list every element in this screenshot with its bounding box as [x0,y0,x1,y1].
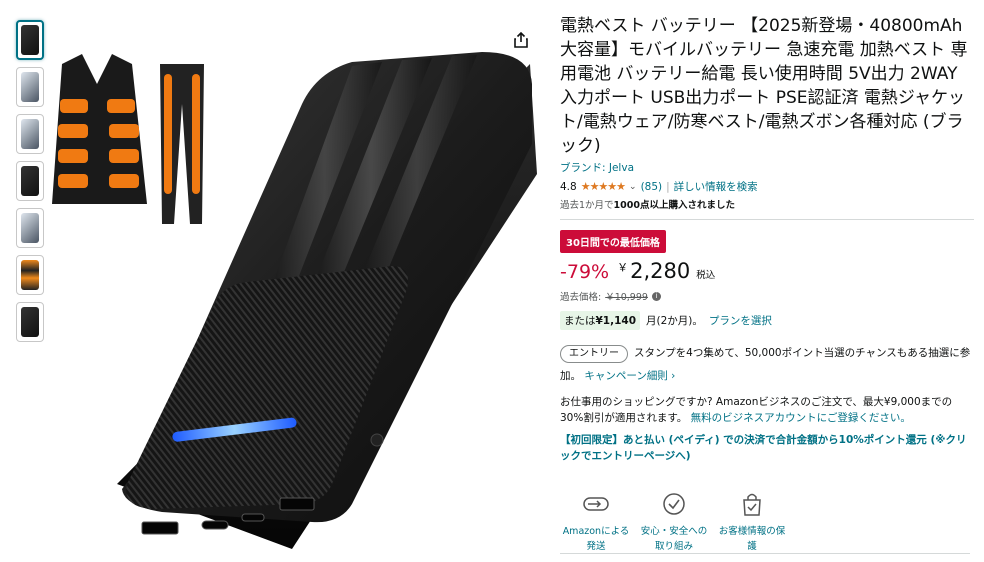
tax-label: 税込 [696,270,716,281]
installment-pill: または¥1,140 [560,311,641,330]
thumbnail-5[interactable] [16,208,44,248]
feature-icons: Amazonによる発送 安心・安全への取り組み お客様情報の保護 [560,490,974,554]
deal-badge: 30日間での最低価格 [560,230,666,253]
bought-amount: 1000点以上購入されました [613,200,735,211]
bottom-divider [560,553,970,554]
thumbnail-7[interactable] [16,302,44,342]
brand-link[interactable]: ブランド: Jelva [560,160,974,175]
thumbnail-strip [16,20,46,349]
installment-suffix: 月(2か月)。 [646,315,703,327]
entry-button[interactable]: エントリー [560,345,628,363]
thumbnail-2[interactable] [16,67,44,107]
price-amount: 2,280 [630,259,691,283]
entry-campaign: エントリー スタンプを4つ集めて、50,000ポイント当選のチャンスもある抽選に参… [560,342,974,388]
truck-icon [583,497,609,511]
installment-row: または¥1,140 月(2か月)。 プランを選択 [560,311,974,330]
feature-label: 安心・安全への取り組み [640,526,708,552]
past-price: 過去価格: ￥10,999 i [560,289,974,303]
currency-symbol: ￥ [617,261,629,274]
feature-privacy[interactable]: お客様情報の保護 [716,490,788,554]
shield-check-icon [663,493,685,515]
past-price-label: 過去価格: [560,292,602,303]
installment-amount: ¥1,140 [595,315,637,327]
info-icon[interactable]: i [651,291,661,301]
feature-amazon-shipping[interactable]: Amazonによる発送 [560,490,632,554]
paidy-promo-link[interactable]: 【初回限定】あと払い (ペイディ) での決済で合計金額から10%ポイント還元 (… [560,432,974,464]
feature-safety[interactable]: 安心・安全への取り組み [638,490,710,554]
price-row: -79% ￥ 2,280 税込 [560,259,974,283]
rating-value: 4.8 [560,180,577,193]
thumbnail-6[interactable] [16,255,44,295]
chevron-down-icon[interactable]: ⌄ [629,182,637,192]
separator: | [666,180,670,193]
business-offer: お仕事用のショッピングですか? Amazonビジネスのご注文で、最大¥9,000… [560,394,974,426]
bought-prefix: 過去1か月で [560,200,614,211]
pants-illustration [160,64,204,224]
rating-row: 4.8 ★★★★★ ⌄ (85) | 詳しい情報を検索 [560,179,974,194]
review-count-link[interactable]: (85) [641,181,663,193]
business-signup-link[interactable]: 無料のビジネスアカウントにご登録ください。 [691,412,911,424]
feature-label: お客様情報の保護 [718,526,786,552]
vest-illustration [52,54,147,204]
discount-percent: -79% [560,261,610,283]
past-price-value: ￥10,999 [605,292,648,303]
installment-prefix: または [564,315,596,327]
search-details-link[interactable]: 詳しい情報を検索 [674,179,758,194]
star-rating-icon[interactable]: ★★★★★ [581,180,626,193]
lock-bag-icon [743,493,761,516]
main-product-image[interactable] [52,44,552,550]
product-details: 電熱ベスト バッテリー 【2025新登場・40800mAh大容量】モバイルバッテ… [560,14,974,554]
divider [560,219,974,220]
campaign-rules-link[interactable]: キャンペーン細則 › [584,370,675,382]
select-plan-link[interactable]: プランを選択 [709,313,772,328]
thumbnail-1[interactable] [16,20,44,60]
feature-label: Amazonによる発送 [562,526,630,552]
thumbnail-4[interactable] [16,161,44,201]
bought-count: 過去1か月で1000点以上購入されました [560,197,974,211]
product-title: 電熱ベスト バッテリー 【2025新登場・40800mAh大容量】モバイルバッテ… [560,16,968,156]
thumbnail-3[interactable] [16,114,44,154]
